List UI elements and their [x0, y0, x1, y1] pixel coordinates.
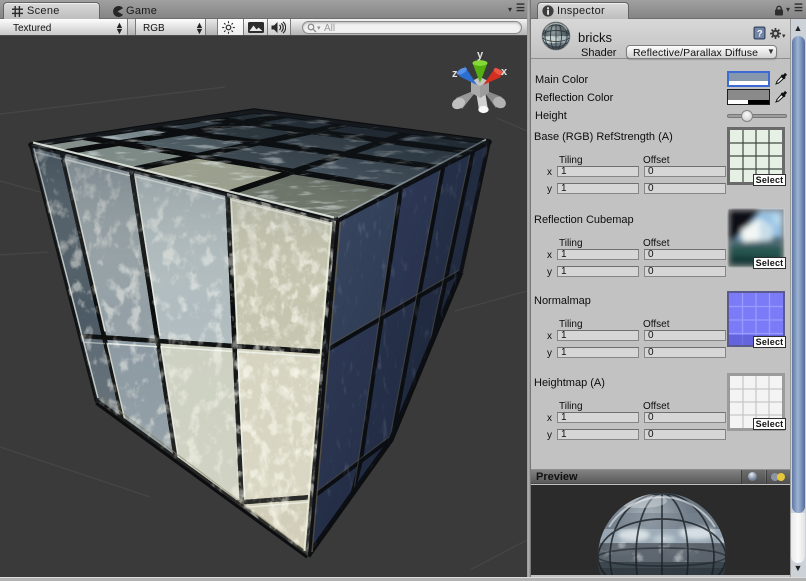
- svg-text:x: x: [501, 66, 508, 78]
- svg-text:?: ?: [757, 28, 763, 38]
- svg-text:z: z: [452, 68, 458, 80]
- svg-text:y: y: [477, 49, 484, 61]
